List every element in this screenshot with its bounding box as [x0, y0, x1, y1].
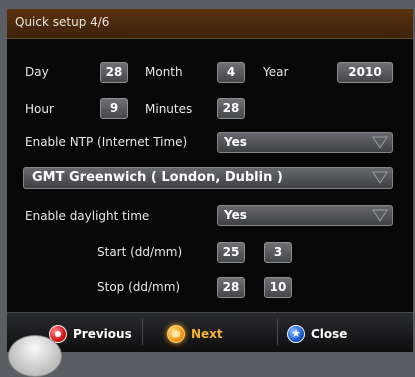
minutes-label: Minutes [145, 102, 193, 116]
start-label: Start (dd/mm) [97, 245, 183, 259]
next-label: Next [191, 327, 223, 341]
previous-label: Previous [73, 327, 132, 341]
stop-day-field[interactable]: 28 [217, 277, 245, 298]
ntp-select[interactable]: Yes [217, 132, 393, 153]
dropdown-arrow-icon [372, 171, 388, 184]
stop-label: Stop (dd/mm) [97, 280, 181, 294]
hour-label: Hour [25, 102, 54, 116]
quick-setup-window: Quick setup 4/6 Day 28 Month 4 Year 2010… [7, 9, 413, 352]
setup-form: Day 28 Month 4 Year 2010 Hour 9 Minutes … [7, 39, 413, 312]
star-icon: ★ [287, 325, 305, 343]
footer-separator [142, 319, 143, 345]
close-label: Close [311, 327, 348, 341]
close-button[interactable]: ★ Close [287, 321, 347, 347]
window-title: Quick setup 4/6 [15, 15, 110, 29]
daylight-label: Enable daylight time [25, 209, 150, 223]
start-month-field[interactable]: 3 [264, 242, 292, 263]
year-field[interactable]: 2010 [337, 62, 393, 83]
footer-separator [277, 319, 278, 345]
timezone-value: GMT Greenwich ( London, Dublin ) [32, 170, 283, 185]
month-field[interactable]: 4 [217, 62, 245, 83]
timezone-select[interactable]: GMT Greenwich ( London, Dublin ) [23, 167, 393, 189]
hour-field[interactable]: 9 [100, 98, 128, 119]
minutes-field[interactable]: 28 [217, 98, 245, 119]
ntp-value: Yes [224, 135, 247, 149]
day-label: Day [25, 65, 49, 79]
daylight-select[interactable]: Yes [217, 205, 393, 226]
next-icon [167, 325, 185, 343]
stop-month-field[interactable]: 10 [264, 277, 292, 298]
year-label: Year [263, 65, 289, 79]
footer-bar: Previous Next ★ Close [7, 312, 413, 352]
daylight-value: Yes [224, 208, 247, 222]
title-bar: Quick setup 4/6 [7, 9, 413, 39]
next-button[interactable]: Next [167, 321, 223, 347]
dropdown-arrow-icon [372, 209, 388, 222]
day-field[interactable]: 28 [100, 62, 128, 83]
start-day-field[interactable]: 25 [217, 242, 245, 263]
previous-button[interactable]: Previous [49, 321, 132, 347]
ntp-label: Enable NTP (Internet Time) [25, 135, 188, 149]
controller-orb-icon [8, 335, 62, 377]
month-label: Month [145, 65, 183, 79]
dropdown-arrow-icon [372, 136, 388, 149]
